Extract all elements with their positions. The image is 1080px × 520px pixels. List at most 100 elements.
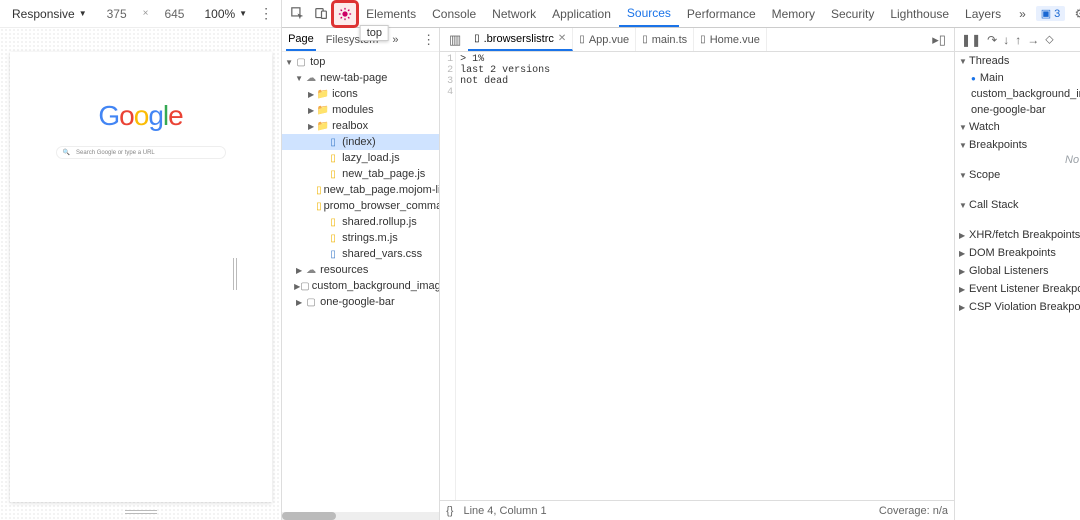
navigator-tab-page[interactable]: Page xyxy=(286,29,316,51)
tree-file[interactable]: ▯promo_browser_command.mo xyxy=(282,198,439,214)
search-box[interactable]: 🔍 Search Google or type a URL xyxy=(56,146,226,159)
line-gutter: 1234 xyxy=(440,52,456,500)
height-input[interactable] xyxy=(156,7,192,21)
section-threads[interactable]: ▼Threads xyxy=(955,52,1080,70)
resize-handle-right[interactable] xyxy=(233,258,237,290)
pretty-print-icon[interactable]: {} xyxy=(446,505,453,517)
file-tab-label: main.ts xyxy=(652,34,687,46)
section-global-listeners[interactable]: ▶Global Listeners xyxy=(955,262,1080,280)
devtools-tab-sources[interactable]: Sources xyxy=(619,0,679,27)
tree-domain-resources[interactable]: ▶☁resources xyxy=(282,262,439,278)
device-dropdown[interactable]: Responsive ▼ xyxy=(8,5,91,23)
section-scope[interactable]: ▼Scope xyxy=(955,166,1080,184)
tree-file[interactable]: ▯strings.m.js xyxy=(282,230,439,246)
section-xhr-breakpoints[interactable]: ▶XHR/fetch Breakpoints xyxy=(955,226,1080,244)
device-more-icon[interactable]: ⋮ xyxy=(259,5,273,22)
file-tab[interactable]: ▯ main.ts xyxy=(636,28,694,51)
show-navigator-icon[interactable]: ▥ xyxy=(444,29,466,51)
tree-frame[interactable]: ▶▢custom_background_image xyxy=(282,278,439,294)
section-breakpoints[interactable]: ▼Breakpoints xyxy=(955,136,1080,154)
devtools-tab-security[interactable]: Security xyxy=(823,0,882,27)
step-out-icon[interactable]: ↑ xyxy=(1015,33,1021,47)
tree-folder-realbox[interactable]: ▶📁realbox xyxy=(282,118,439,134)
devtools-tab-console[interactable]: Console xyxy=(424,0,484,27)
tree-folder-modules[interactable]: ▶📁modules xyxy=(282,102,439,118)
zoom-value: 100% xyxy=(204,7,235,21)
code-content[interactable]: > 1% last 2 versions not dead xyxy=(456,52,954,500)
tree-file[interactable]: ▯shared.rollup.js xyxy=(282,214,439,230)
devtools-tabbar: top ElementsConsoleNetworkApplicationSou… xyxy=(282,0,1080,28)
breakpoints-empty: No breakpoints xyxy=(955,154,1080,166)
sources-navigator: Page Filesystem » ⋮ ▼▢top ▼☁new-tab-page… xyxy=(282,28,440,520)
zoom-dropdown[interactable]: 100% ▼ xyxy=(200,5,251,23)
step-over-icon[interactable]: ↷ xyxy=(987,33,997,47)
thread-item[interactable]: custom_background_image xyxy=(955,86,1080,102)
tree-file[interactable]: ▯new_tab_page.js xyxy=(282,166,439,182)
issues-badge[interactable]: ▣ 3 xyxy=(1036,6,1066,21)
tree-frame-top[interactable]: ▼▢top xyxy=(282,54,439,70)
google-logo: Google xyxy=(98,100,182,132)
debugger-toolbar: ❚❚ ↷ ↓ ↑ → ⬦ ◐ xyxy=(955,28,1080,52)
navigator-scrollbar[interactable] xyxy=(282,512,439,520)
file-tab-bar: ▥ ▯.browserslistrc✕ ▯ App.vue ▯ main.ts ▯ Home… xyxy=(440,28,954,52)
devtools: top ElementsConsoleNetworkApplicationSou… xyxy=(282,0,1080,520)
file-icon: ▯ xyxy=(700,34,706,45)
tree-file[interactable]: ▯lazy_load.js xyxy=(282,150,439,166)
tooltip: top xyxy=(360,25,389,41)
step-icon[interactable]: → xyxy=(1027,33,1039,47)
section-watch[interactable]: ▼Watch xyxy=(955,118,1080,136)
navigator-more-icon[interactable]: ⋮ xyxy=(422,32,435,48)
file-tab[interactable]: ▯ App.vue xyxy=(573,28,636,51)
devtools-tab-performance[interactable]: Performance xyxy=(679,0,764,27)
close-icon[interactable]: ✕ xyxy=(558,33,566,44)
tree-frame[interactable]: ▶▢one-google-bar xyxy=(282,294,439,310)
devtools-tab-elements[interactable]: Elements xyxy=(358,0,424,27)
issue-icon: ▣ xyxy=(1041,7,1051,20)
file-tab-label: App.vue xyxy=(589,34,629,46)
settings-icon[interactable]: ⚙ xyxy=(1069,3,1080,25)
thread-item[interactable]: one-google-bar xyxy=(955,102,1080,118)
inspect-icon[interactable] xyxy=(286,3,308,25)
step-into-icon[interactable]: ↓ xyxy=(1003,33,1009,47)
tree-file[interactable]: ▯new_tab_page.mojom-lite.js xyxy=(282,182,439,198)
device-name: Responsive xyxy=(12,7,75,21)
file-tab[interactable]: ▯.browserslistrc✕ xyxy=(468,28,573,51)
file-tab-label: Home.vue xyxy=(710,34,760,46)
navigator-tabs-overflow-icon[interactable]: » xyxy=(390,30,400,50)
devtools-tab-network[interactable]: Network xyxy=(484,0,544,27)
tree-domain[interactable]: ▼☁new-tab-page xyxy=(282,70,439,86)
devtools-tab-layers[interactable]: Layers xyxy=(957,0,1009,27)
tree-folder-icons[interactable]: ▶📁icons xyxy=(282,86,439,102)
section-event-listener-breakpoints[interactable]: ▶Event Listener Breakpoints xyxy=(955,280,1080,298)
file-icon: ▯ xyxy=(642,34,648,45)
devtools-tab-lighthouse[interactable]: Lighthouse xyxy=(882,0,957,27)
dimension-x: × xyxy=(143,8,149,19)
deactivate-breakpoints-icon[interactable]: ⬦ xyxy=(1045,32,1053,47)
tree-file[interactable]: ▯shared_vars.css xyxy=(282,246,439,262)
pause-icon[interactable]: ❚❚ xyxy=(961,33,981,47)
thread-main[interactable]: Main xyxy=(955,70,1080,86)
file-tab[interactable]: ▯ Home.vue xyxy=(694,28,767,51)
search-icon: 🔍 xyxy=(63,149,70,156)
editor-pane: ▥ ▯.browserslistrc✕ ▯ App.vue ▯ main.ts ▯ Home… xyxy=(440,28,955,520)
section-csp-breakpoints[interactable]: ▶CSP Violation Breakpoints xyxy=(955,298,1080,316)
code-editor[interactable]: 1234 > 1% last 2 versions not dead xyxy=(440,52,954,500)
editor-more-icon[interactable]: ▸▯ xyxy=(928,29,950,51)
devtools-tab-application[interactable]: Application xyxy=(544,0,619,27)
width-input[interactable] xyxy=(99,7,135,21)
device-viewport: Google 🔍 Search Google or type a URL xyxy=(0,28,281,520)
device-toggle-icon[interactable] xyxy=(310,3,332,25)
debugger-sidebar: ❚❚ ↷ ↓ ↑ → ⬦ ◐ ▼Threads Main custom_back… xyxy=(955,28,1080,520)
editor-status-bar: {} Line 4, Column 1 Coverage: n/a xyxy=(440,500,954,520)
file-icon: ▯ xyxy=(579,34,585,45)
devtools-tab-memory[interactable]: Memory xyxy=(764,0,823,27)
debugger-sections: ▼Threads Main custom_background_image on… xyxy=(955,52,1080,520)
tree-file-index[interactable]: ▯(index) xyxy=(282,134,439,150)
section-callstack[interactable]: ▼Call Stack xyxy=(955,196,1080,214)
rendering-emulation-icon[interactable]: top xyxy=(334,3,356,25)
tabs-overflow-icon[interactable]: » xyxy=(1011,0,1034,27)
issues-count: 3 xyxy=(1054,8,1060,20)
section-dom-breakpoints[interactable]: ▶DOM Breakpoints xyxy=(955,244,1080,262)
device-toolbar: Responsive ▼ × 100% ▼ ⋮ xyxy=(0,0,281,28)
resize-handle-bottom[interactable] xyxy=(125,510,157,514)
